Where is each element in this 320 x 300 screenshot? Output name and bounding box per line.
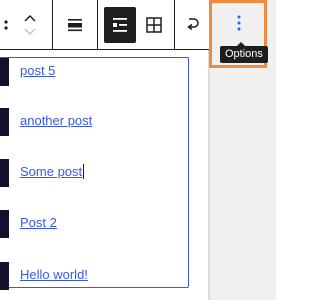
vertical-ellipsis-icon [236,14,242,36]
post-link[interactable]: another post [20,113,92,128]
list-item: Post 2 [0,210,187,238]
list-item: Some post [0,159,187,187]
post-link[interactable]: Hello world! [20,267,88,282]
align-icon [67,17,83,33]
post-link[interactable]: post 5 [20,63,55,78]
grid-view-icon [145,16,163,34]
list-item: post 5 [0,58,187,86]
convert-button[interactable] [177,7,209,43]
post-link-editing[interactable]: Some post [20,164,85,179]
list-view-button[interactable] [104,7,136,43]
options-tooltip: Options [220,46,268,63]
move-up-down-icon [23,11,37,39]
drag-handle-icon [0,15,10,35]
toolbar-separator [174,0,175,49]
post-marker [0,159,9,187]
post-link[interactable]: Post 2 [20,215,57,230]
list-item: another post [0,108,187,136]
latest-posts-block[interactable]: post 5 another post Some post Post 2 Hel… [0,57,189,290]
move-up-down-button[interactable] [14,7,46,43]
post-link-text: Some post [20,164,83,179]
post-marker [0,262,9,290]
align-button[interactable] [59,7,91,43]
post-marker [0,108,9,136]
options-button[interactable] [221,8,257,42]
convert-icon [184,15,202,35]
toolbar-separator [52,0,53,49]
block-toolbar [0,0,209,50]
toolbar-separator [97,0,98,49]
post-marker [0,58,9,86]
list-item: Hello world! [0,262,187,290]
list-view-icon [111,16,129,34]
grid-view-button[interactable] [138,7,170,43]
post-marker [0,210,9,238]
text-caret [83,164,85,179]
